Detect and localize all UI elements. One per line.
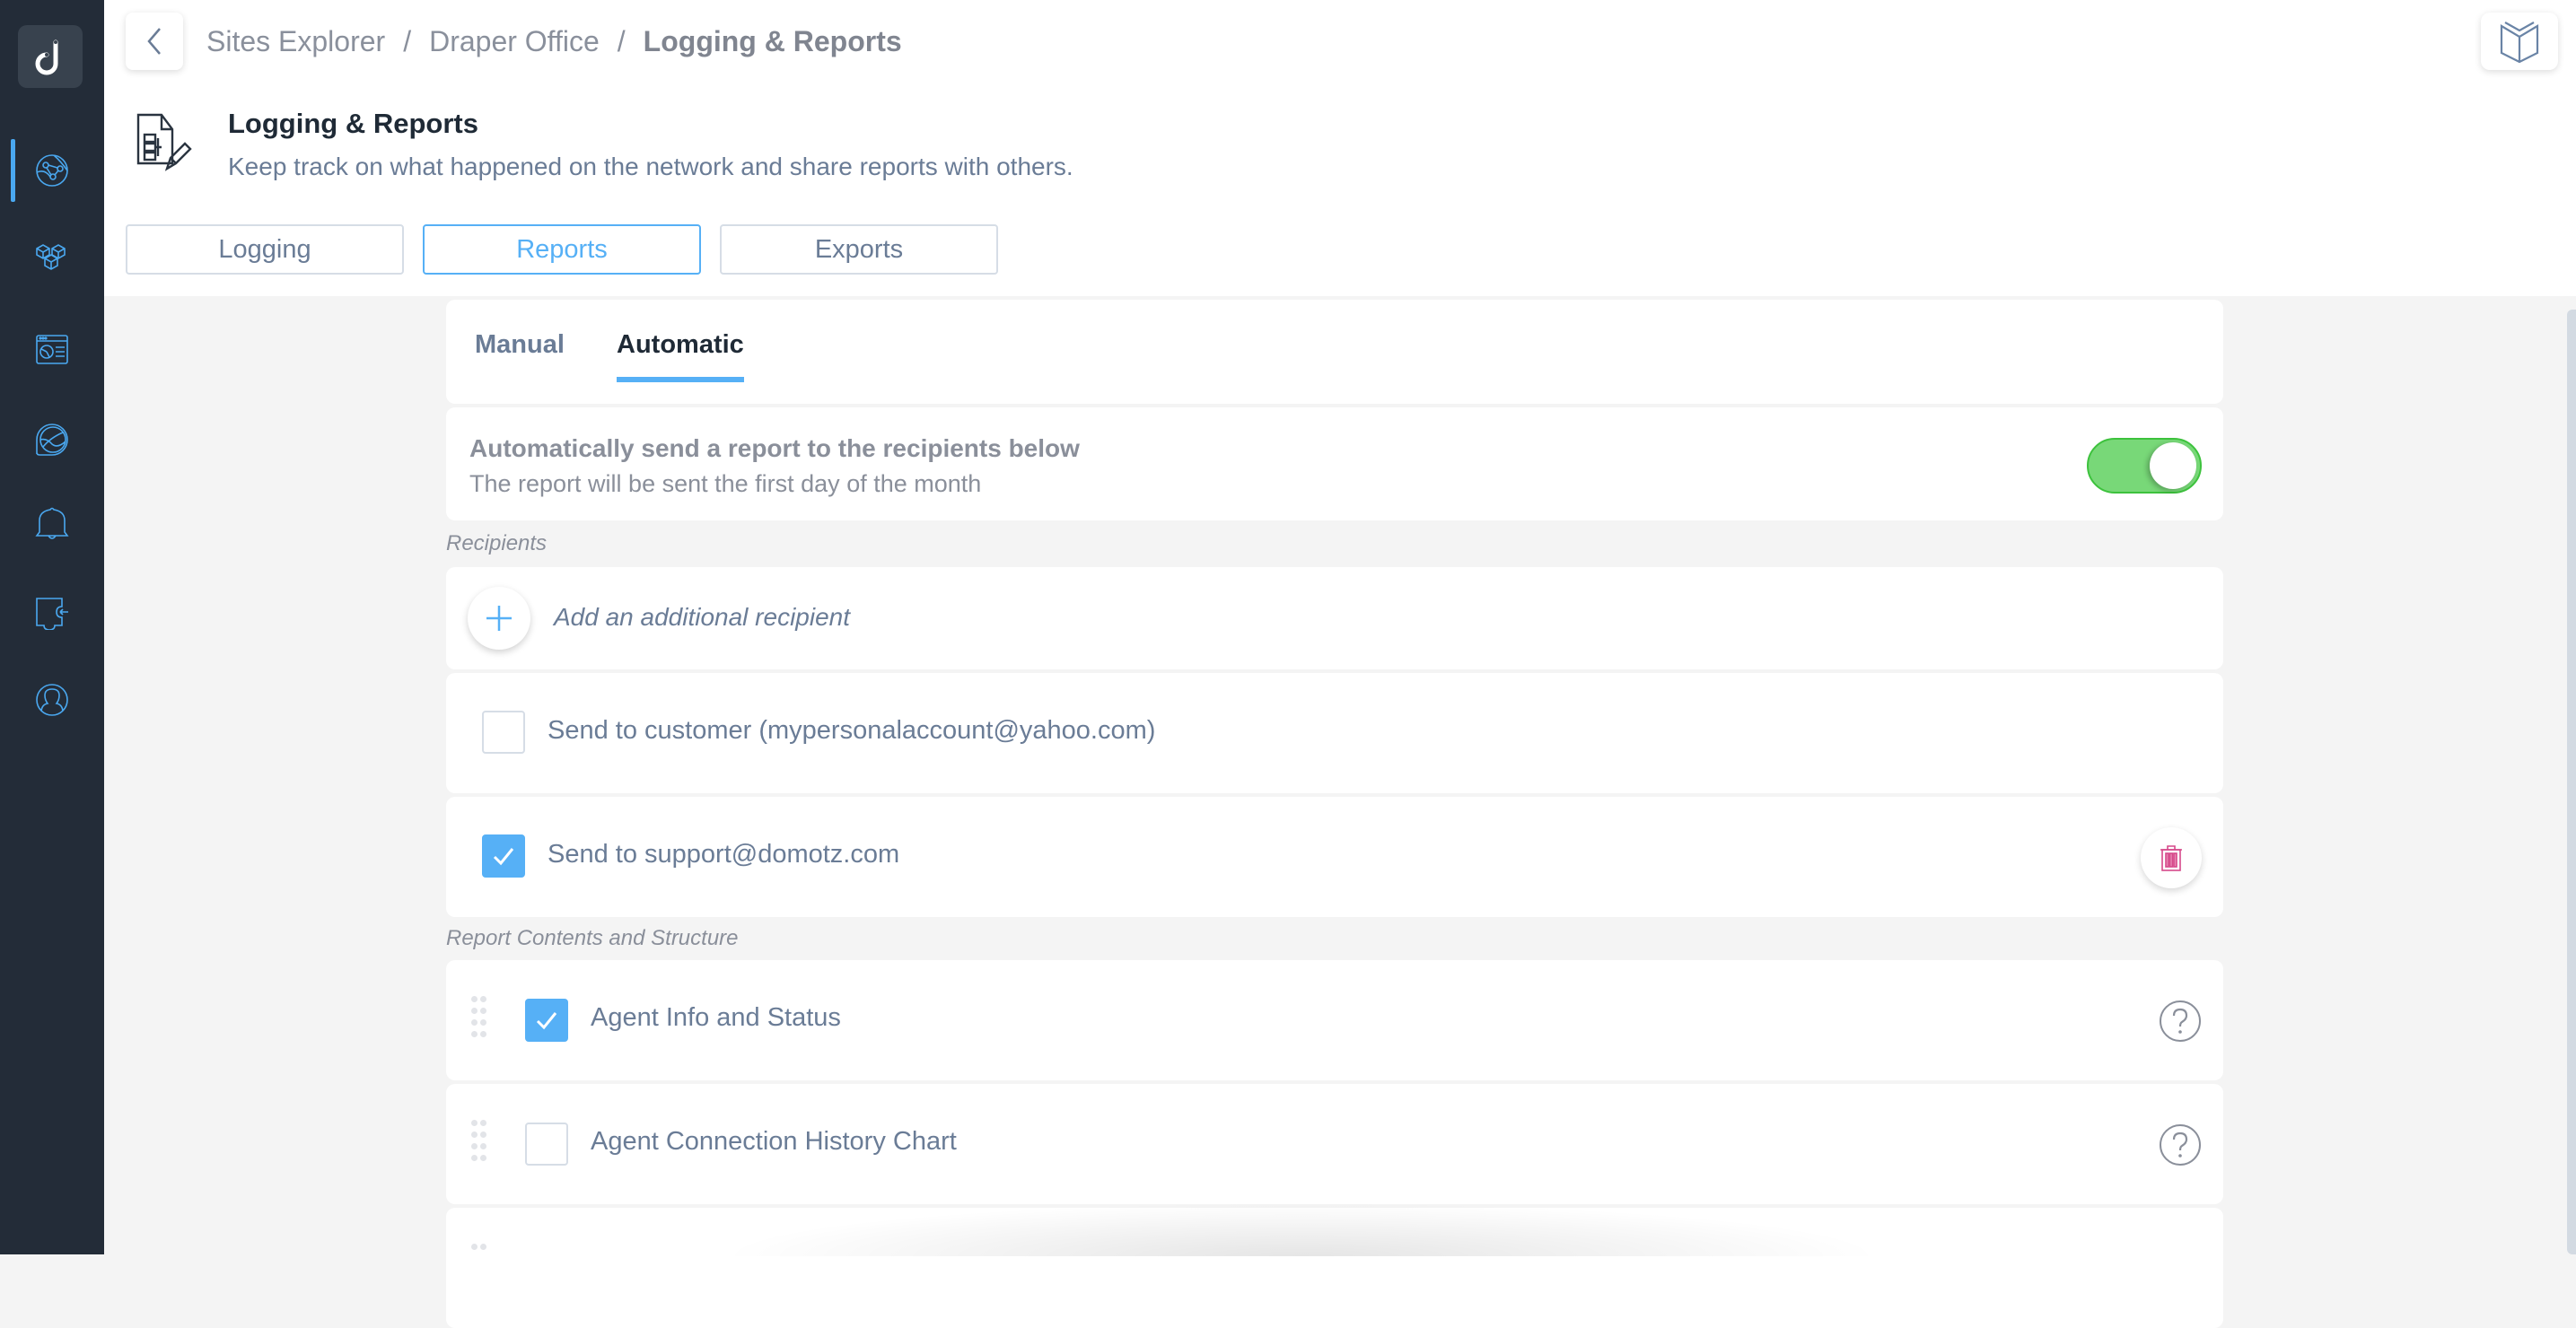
page-title: Logging & Reports bbox=[228, 108, 478, 139]
breadcrumb-separator: / bbox=[403, 25, 412, 57]
report-mode-tabs: Manual Automatic bbox=[446, 300, 2223, 404]
bell-icon bbox=[35, 507, 69, 539]
breadcrumb-draper-office[interactable]: Draper Office bbox=[429, 25, 600, 58]
tab-logging[interactable]: Logging bbox=[126, 224, 404, 275]
checkmark-icon bbox=[493, 848, 514, 866]
sidebar-item-sites[interactable] bbox=[0, 139, 104, 202]
integration-puzzle-icon bbox=[36, 598, 68, 630]
help-icon[interactable] bbox=[2159, 1000, 2202, 1043]
tab-reports[interactable]: Reports bbox=[423, 224, 701, 275]
content-item-checkbox[interactable] bbox=[525, 1123, 568, 1166]
recipient-checkbox[interactable] bbox=[482, 834, 525, 878]
documentation-button[interactable] bbox=[2481, 13, 2558, 70]
sidebar-item-alerts[interactable] bbox=[0, 492, 104, 555]
report-document-icon bbox=[136, 113, 192, 171]
subtab-manual[interactable]: Manual bbox=[475, 330, 565, 360]
content-item-label: Agent Info and Status bbox=[591, 1003, 841, 1032]
scrollbar[interactable] bbox=[2567, 310, 2576, 1254]
content-item-checkbox[interactable] bbox=[525, 999, 568, 1042]
sidebar-item-integrations[interactable] bbox=[0, 581, 104, 643]
breadcrumb-separator: / bbox=[617, 25, 626, 57]
breadcrumb-current: Logging & Reports bbox=[643, 25, 902, 57]
back-button[interactable] bbox=[126, 13, 183, 70]
breadcrumb: Sites Explorer / Draper Office / Logging… bbox=[206, 25, 902, 58]
page-subtitle: Keep track on what happened on the netwo… bbox=[228, 153, 1073, 180]
automatic-send-title: Automatically send a report to the recip… bbox=[469, 434, 1080, 462]
add-recipient-button[interactable] bbox=[468, 587, 530, 650]
sidebar bbox=[0, 0, 104, 1254]
recipient-label: Send to customer (mypersonalaccount@yaho… bbox=[548, 716, 1156, 745]
automatic-send-toggle[interactable] bbox=[2087, 438, 2202, 494]
recipient-checkbox[interactable] bbox=[482, 711, 525, 754]
recipient-label: Send to support@domotz.com bbox=[548, 840, 900, 869]
chevron-left-icon bbox=[147, 28, 161, 55]
cubes-icon bbox=[36, 244, 66, 270]
content-item-row: Agent Info and Status bbox=[446, 960, 2223, 1080]
sidebar-item-devices[interactable] bbox=[0, 226, 104, 289]
sidebar-item-dashboard[interactable] bbox=[0, 318, 104, 380]
delete-recipient-button[interactable] bbox=[2141, 827, 2202, 888]
main-tabs: Logging Reports Exports bbox=[126, 224, 998, 275]
page-header: Sites Explorer / Draper Office / Logging… bbox=[104, 0, 2576, 296]
recipients-section-label: Recipients bbox=[446, 531, 548, 555]
recipient-row: Send to customer (mypersonalaccount@yaho… bbox=[446, 673, 2223, 793]
add-recipient-row[interactable]: Add an additional recipient bbox=[446, 567, 2223, 669]
content-item-row: Agent Connection History Chart bbox=[446, 1084, 2223, 1204]
sidebar-item-network-speed[interactable] bbox=[0, 408, 104, 471]
globe-network-icon bbox=[36, 154, 68, 187]
logo-icon bbox=[35, 39, 58, 75]
contents-section-label: Report Contents and Structure bbox=[446, 926, 739, 950]
domotz-logo[interactable] bbox=[18, 25, 83, 88]
toggle-knob bbox=[2150, 442, 2196, 489]
sidebar-item-account[interactable] bbox=[0, 668, 104, 731]
automatic-send-subtitle: The report will be sent the first day of… bbox=[469, 470, 982, 497]
reports-content: Manual Automatic Automatically send a re… bbox=[446, 300, 2223, 1328]
checkmark-icon bbox=[536, 1012, 557, 1030]
drag-handle-icon[interactable] bbox=[471, 1244, 487, 1289]
content-item-label: Agent Connection History Chart bbox=[591, 1127, 957, 1156]
book-icon bbox=[2500, 22, 2539, 64]
user-profile-icon bbox=[36, 684, 68, 716]
trash-icon bbox=[2160, 845, 2182, 871]
recipient-row: Send to support@domotz.com bbox=[446, 797, 2223, 917]
breadcrumb-sites-explorer[interactable]: Sites Explorer bbox=[206, 25, 385, 58]
dashboard-window-icon bbox=[36, 335, 68, 364]
tab-exports[interactable]: Exports bbox=[720, 224, 998, 275]
drag-handle-icon[interactable] bbox=[471, 996, 487, 1041]
drag-handle-icon[interactable] bbox=[471, 1120, 487, 1165]
plus-icon bbox=[486, 606, 512, 631]
automatic-send-card: Automatically send a report to the recip… bbox=[446, 407, 2223, 520]
subtab-automatic[interactable]: Automatic bbox=[617, 330, 744, 382]
add-recipient-label: Add an additional recipient bbox=[554, 603, 851, 631]
speedometer-icon bbox=[36, 424, 68, 456]
content-item-row bbox=[446, 1208, 2223, 1328]
help-icon[interactable] bbox=[2159, 1123, 2202, 1166]
